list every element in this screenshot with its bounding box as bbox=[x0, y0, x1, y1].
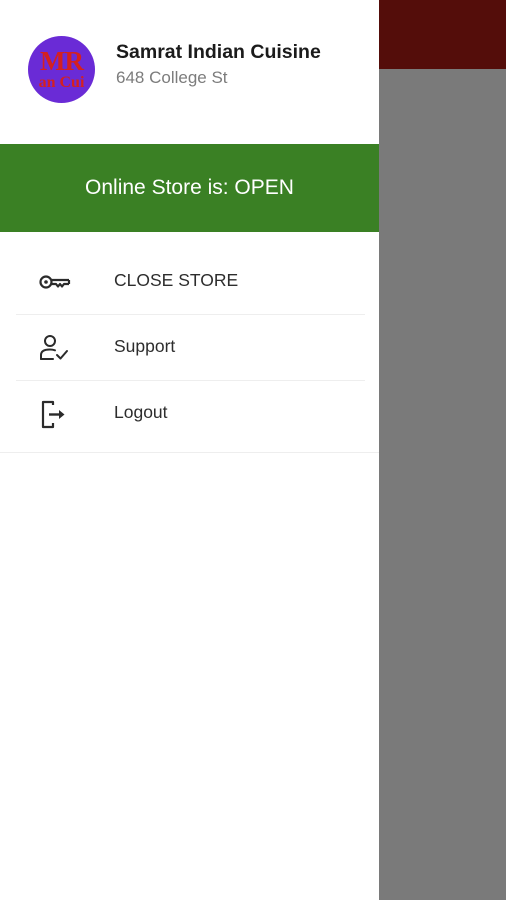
drawer-header: MR an Cui Samrat Indian Cuisine 648 Coll… bbox=[0, 0, 379, 144]
divider bbox=[0, 452, 379, 453]
menu-item-logout[interactable]: Logout bbox=[16, 381, 365, 446]
key-icon bbox=[39, 275, 71, 289]
menu-item-label: CLOSE STORE bbox=[114, 270, 239, 290]
store-address: 648 College St bbox=[116, 68, 228, 87]
logo-text-bottom: an Cui bbox=[38, 74, 85, 91]
user-check-icon bbox=[40, 335, 68, 360]
store-name: Samrat Indian Cuisine bbox=[116, 41, 321, 63]
store-status-banner: Online Store is: OPEN bbox=[0, 144, 379, 232]
menu-item-close-store[interactable]: CLOSE STORE bbox=[16, 249, 365, 315]
logout-icon bbox=[41, 400, 65, 429]
store-logo: MR an Cui bbox=[28, 36, 95, 103]
logo-text-top: MR bbox=[40, 46, 84, 76]
menu-item-label: Logout bbox=[114, 402, 168, 422]
store-status-text: Online Store is: OPEN bbox=[85, 176, 294, 199]
menu-item-support[interactable]: Support bbox=[16, 315, 365, 381]
menu-item-label: Support bbox=[114, 336, 176, 356]
navigation-drawer: MR an Cui Samrat Indian Cuisine 648 Coll… bbox=[0, 0, 379, 900]
drawer-menu: CLOSE STORE Support Logout bbox=[0, 249, 379, 446]
